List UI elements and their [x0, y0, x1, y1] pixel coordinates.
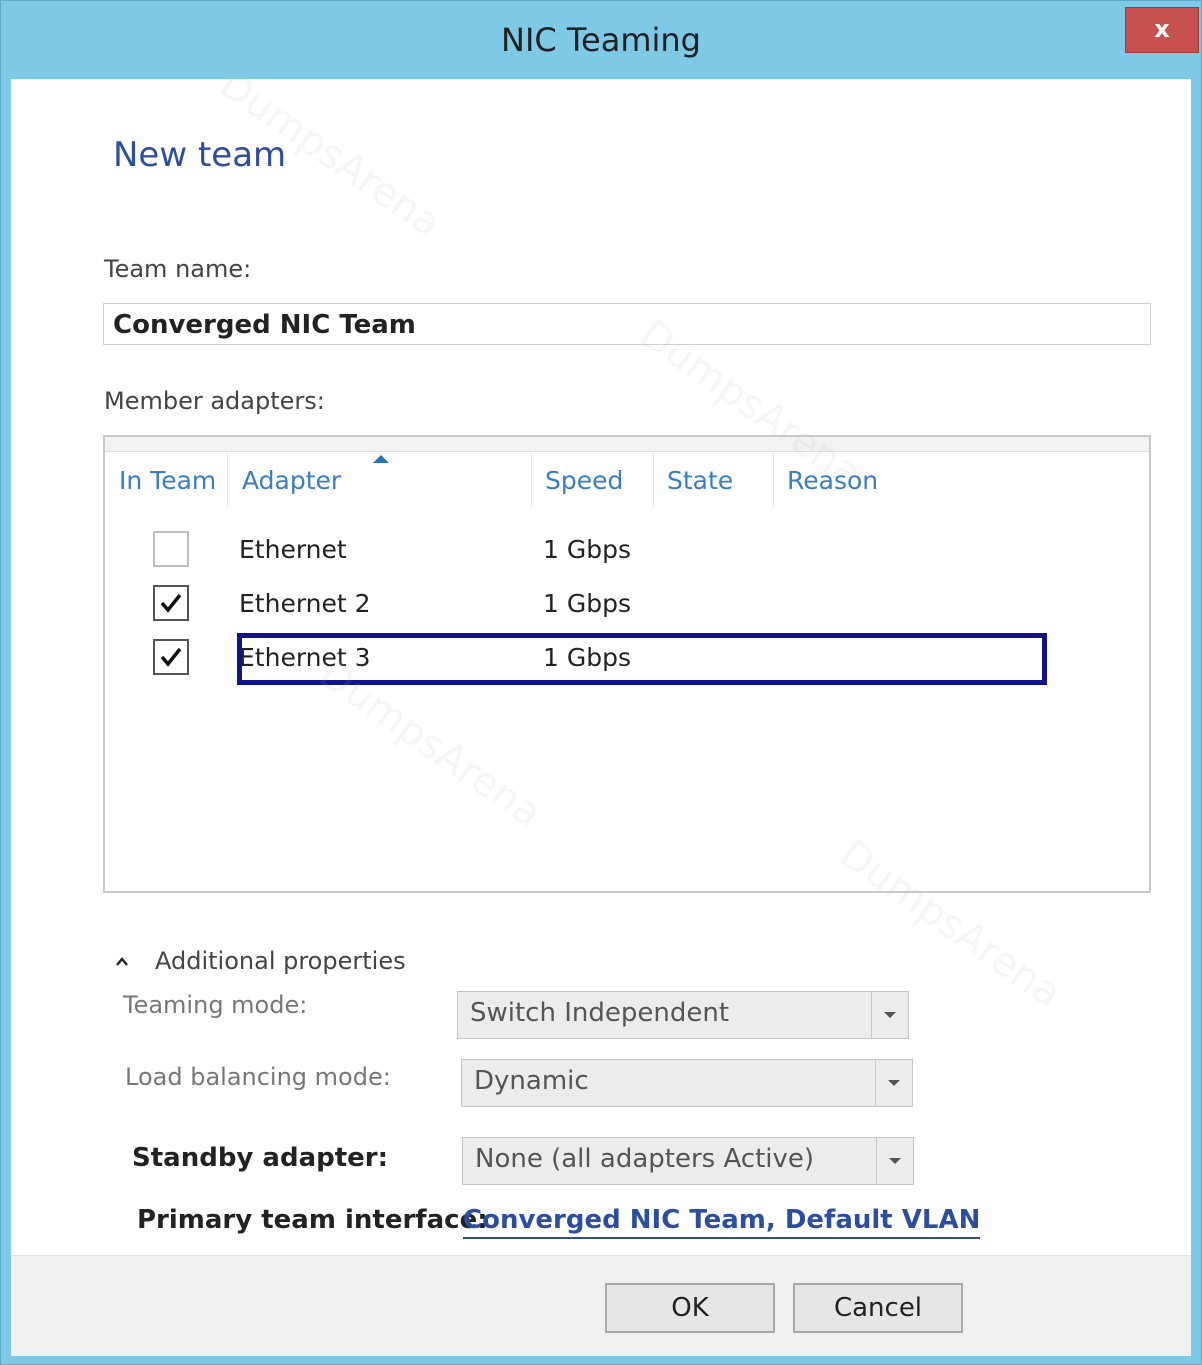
adapter-name: Ethernet 3: [239, 643, 371, 672]
load-balancing-mode-label: Load balancing mode:: [125, 1063, 391, 1091]
member-adapters-list[interactable]: In Team Adapter Speed State Reason Ether…: [103, 435, 1151, 893]
adapter-speed: 1 Gbps: [543, 643, 631, 672]
column-separator[interactable]: [653, 453, 654, 507]
cancel-button[interactable]: Cancel: [793, 1283, 963, 1333]
column-separator[interactable]: [531, 453, 532, 507]
checkmark-icon: [160, 593, 182, 613]
chevron-up-icon[interactable]: [115, 955, 129, 969]
chevron-down-icon[interactable]: [875, 1060, 912, 1106]
standby-adapter-value: None (all adapters Active): [475, 1144, 815, 1174]
close-button[interactable]: x: [1125, 7, 1199, 53]
checkmark-icon: [160, 647, 182, 667]
member-adapters-label: Member adapters:: [104, 387, 325, 415]
in-team-checkbox[interactable]: [153, 531, 189, 567]
adapter-name: Ethernet 2: [239, 589, 371, 618]
ok-button[interactable]: OK: [605, 1283, 775, 1333]
primary-team-interface-link[interactable]: Converged NIC Team, Default VLAN: [463, 1205, 981, 1239]
standby-adapter-label: Standby adapter:: [132, 1143, 389, 1173]
column-header-in-team[interactable]: In Team: [119, 463, 216, 507]
load-balancing-mode-value: Dynamic: [474, 1066, 589, 1096]
window-title: NIC Teaming: [501, 21, 701, 59]
team-name-input[interactable]: Converged NIC Team: [103, 303, 1151, 345]
column-separator[interactable]: [773, 453, 774, 507]
teaming-mode-label: Teaming mode:: [123, 991, 308, 1019]
column-header-reason[interactable]: Reason: [787, 463, 878, 507]
load-balancing-mode-select[interactable]: Dynamic: [461, 1059, 913, 1107]
in-team-checkbox[interactable]: [153, 639, 189, 675]
column-header-state[interactable]: State: [667, 463, 733, 507]
adapter-name: Ethernet: [239, 535, 347, 564]
standby-adapter-select[interactable]: None (all adapters Active): [462, 1137, 914, 1185]
team-name-label: Team name:: [104, 255, 252, 283]
list-top-bar: [105, 437, 1149, 452]
adapter-speed: 1 Gbps: [543, 535, 631, 564]
title-bar[interactable]: NIC Teaming x: [1, 1, 1201, 79]
chevron-down-icon[interactable]: [871, 992, 908, 1038]
chevron-down-icon[interactable]: [876, 1138, 913, 1184]
page-heading: New team: [113, 135, 287, 175]
teaming-mode-select[interactable]: Switch Independent: [457, 991, 909, 1039]
nic-teaming-dialog: NIC Teaming x New team Team name: Conver…: [0, 0, 1202, 1365]
column-header-speed[interactable]: Speed: [545, 463, 623, 507]
adapter-speed: 1 Gbps: [543, 589, 631, 618]
column-header-adapter[interactable]: Adapter: [242, 463, 341, 507]
column-separator[interactable]: [227, 453, 228, 507]
primary-team-interface-label: Primary team interface:: [137, 1205, 488, 1235]
additional-properties-toggle[interactable]: Additional properties: [155, 947, 406, 975]
in-team-checkbox[interactable]: [153, 585, 189, 621]
teaming-mode-value: Switch Independent: [470, 998, 730, 1028]
dialog-footer: [11, 1255, 1191, 1356]
sort-ascending-icon: [373, 455, 389, 463]
